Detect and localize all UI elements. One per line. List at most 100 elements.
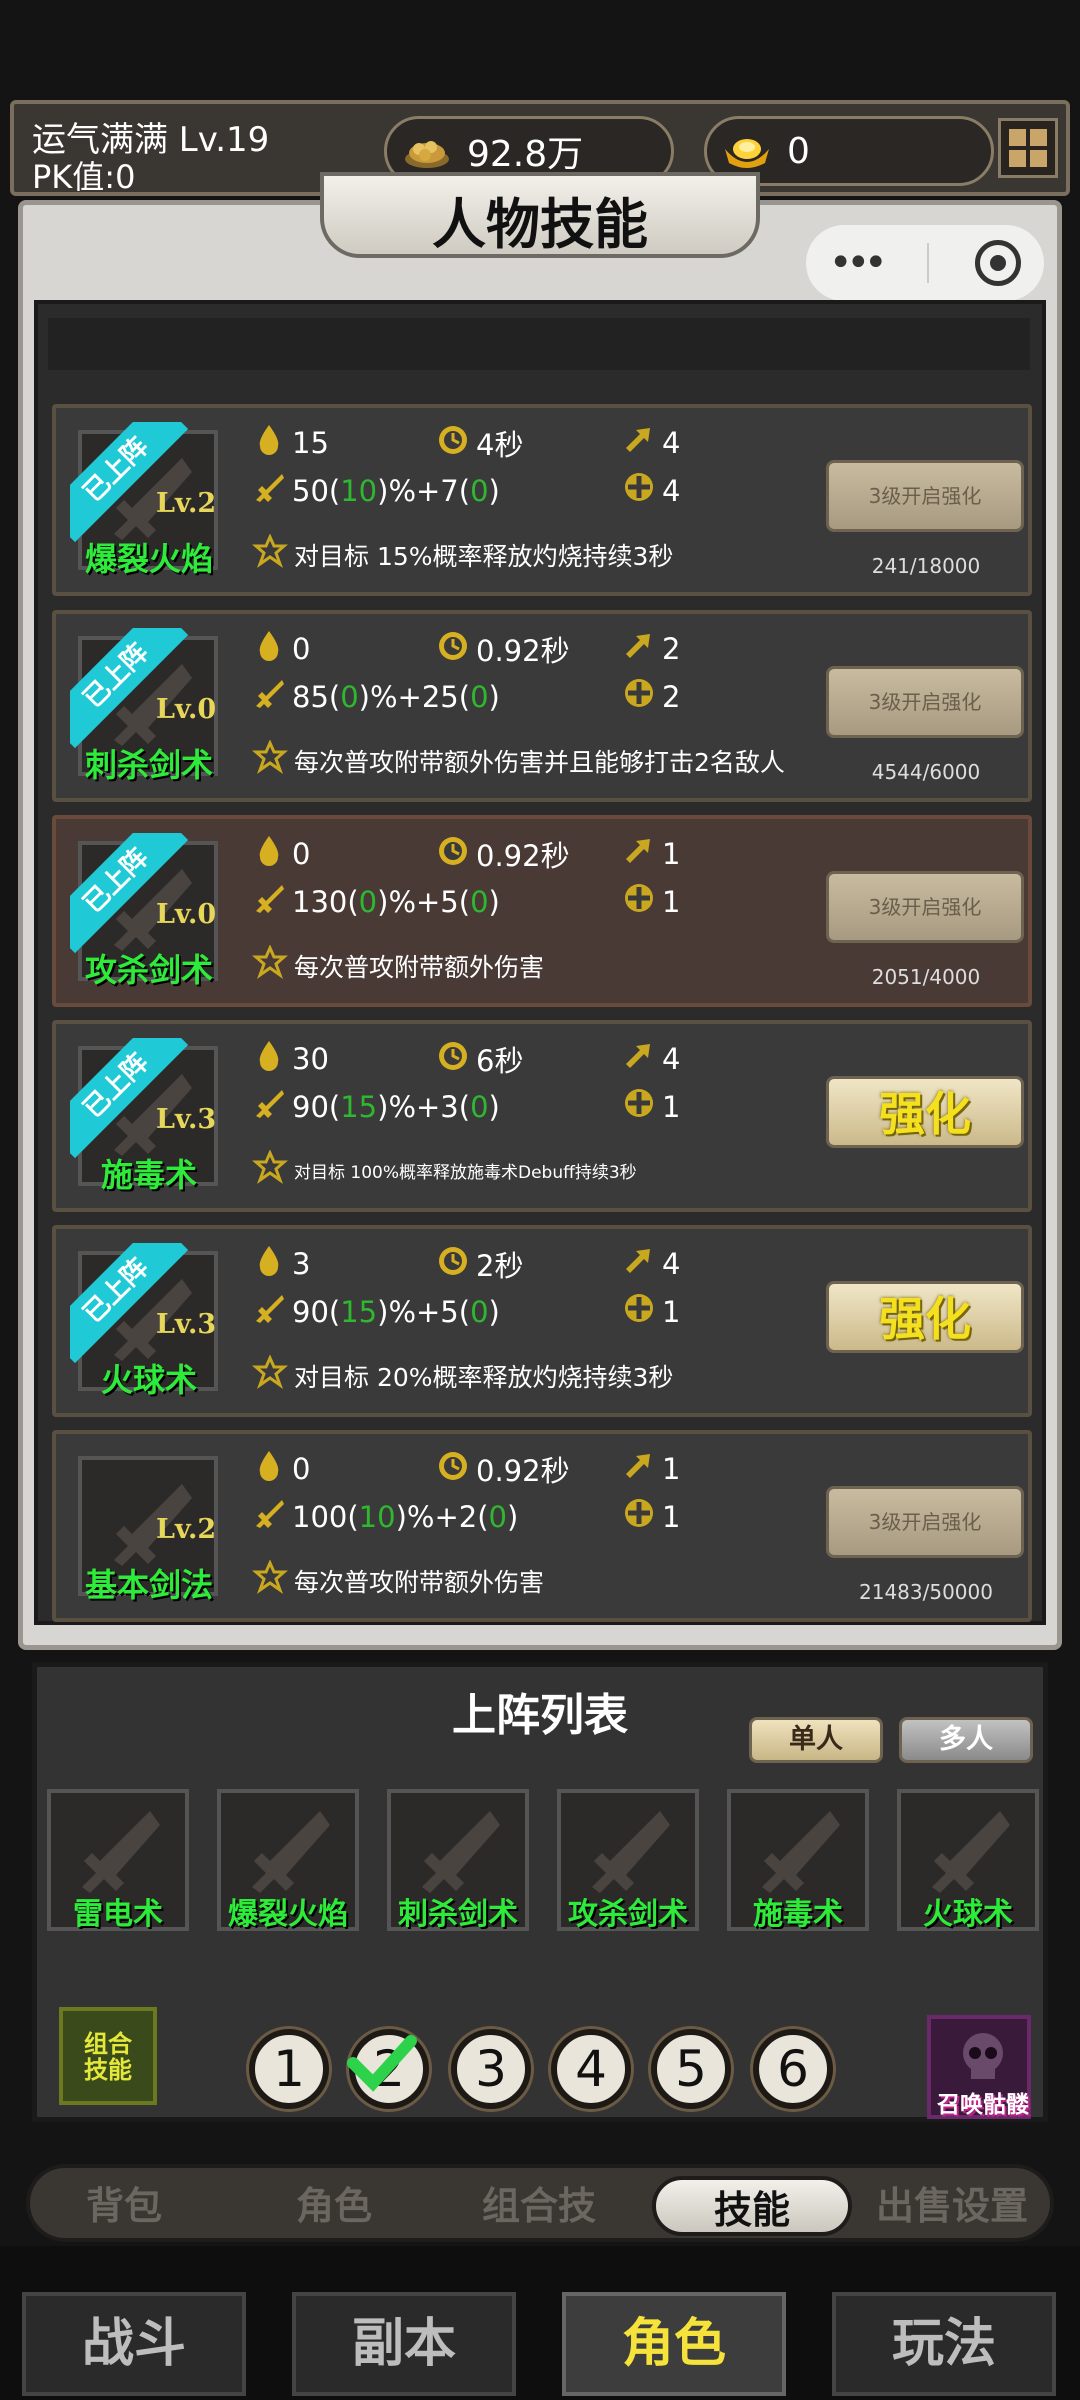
lineup-number-button[interactable]: 6 — [753, 2029, 833, 2109]
unlock-strengthen-button[interactable]: 3级开启强化 — [826, 460, 1024, 532]
skill-card[interactable]: 已上阵 Lv.0 攻杀剑术 0 0.92秒 1 130(0)%+5(0) 1 每次普攻附带额外伤… — [52, 815, 1032, 1007]
damage-bonus: 15 — [340, 1294, 378, 1329]
sub-tab-bar: 背包 角色 组合技 技能 出售设置 — [26, 2164, 1054, 2242]
range-value: 4 — [662, 473, 681, 508]
equipped-badge: 已上阵 — [70, 833, 190, 953]
damage-formula: 90(15)%+3(0) — [252, 1086, 500, 1127]
grid-menu-button[interactable] — [998, 118, 1058, 178]
drop-icon — [252, 1448, 292, 1489]
gold-ingot-icon — [725, 139, 769, 168]
lineup-number-button[interactable]: 2 — [347, 2029, 429, 2109]
mini-program-capsule: ••• — [806, 225, 1044, 301]
clock-icon — [436, 1244, 476, 1285]
mana-cost: 0 — [252, 628, 310, 669]
damage-bonus: 15 — [340, 1089, 378, 1124]
mana-cost-value: 0 — [292, 836, 311, 871]
cooldown: 2秒 — [436, 1243, 523, 1285]
unlock-strengthen-button[interactable]: 3级开启强化 — [826, 871, 1024, 943]
tab-bag[interactable]: 背包 — [86, 2176, 162, 2236]
lineup-number-button[interactable]: 1 — [249, 2029, 329, 2109]
sword-icon — [252, 1291, 292, 1332]
lineup-slot-name: 攻杀剑术 — [568, 1897, 688, 1932]
skill-description: 每次普攻附带额外伤害 — [252, 1559, 544, 1602]
cooldown-value: 0.92秒 — [476, 634, 570, 668]
damage-bonus: 10 — [340, 473, 378, 508]
lineup-slot[interactable]: 施毒术 — [727, 1789, 869, 1932]
lineup-slot[interactable]: 爆裂火焰 — [217, 1789, 359, 1932]
combo-skill-button[interactable]: 组合 技能 — [59, 2007, 157, 2105]
grid-cell — [1009, 129, 1026, 146]
range-value: 1 — [662, 1089, 681, 1124]
multi-mode-button[interactable]: 多人 — [899, 1717, 1033, 1763]
range-stat: 4 — [622, 470, 680, 511]
nav-dungeon[interactable]: 副本 — [292, 2292, 516, 2396]
lineup-number-button[interactable]: 3 — [451, 2029, 531, 2109]
lineup-slot[interactable]: 火球术 — [897, 1789, 1039, 1932]
single-mode-button[interactable]: 单人 — [749, 1717, 883, 1763]
skill-card[interactable]: 已上阵 Lv.3 火球术 3 2秒 4 90(15)%+5(0) 1 对目标 20%概率释放灼烧… — [52, 1225, 1032, 1417]
skill-level: Lv.2 — [156, 488, 217, 519]
tab-character[interactable]: 角色 — [296, 2176, 372, 2236]
tab-skills[interactable]: 技能 — [652, 2176, 852, 2236]
cooldown: 4秒 — [436, 422, 523, 464]
skill-card[interactable]: 已上阵 Lv.2 爆裂火焰 15 4秒 4 50(10)%+7(0) 4 对目标 15%概率释放… — [52, 404, 1032, 596]
damage-end: ) — [488, 679, 500, 714]
sword-icon — [252, 676, 292, 717]
damage-end: ) — [488, 473, 500, 508]
target-count-value: 1 — [662, 836, 681, 871]
more-dots-icon[interactable]: ••• — [829, 240, 888, 286]
skill-description: 对目标 100%概率释放施毒术Debuff持续3秒 — [252, 1149, 637, 1191]
damage-mid: )%+7( — [377, 473, 471, 508]
nav-gameplay[interactable]: 玩法 — [832, 2292, 1056, 2396]
damage-base: 50( — [292, 473, 341, 508]
target-count: 1 — [622, 1448, 680, 1489]
drop-icon — [252, 833, 292, 874]
unlock-strengthen-button[interactable]: 3级开启强化 — [826, 1486, 1024, 1558]
tab-sell-settings[interactable]: 出售设置 — [876, 2176, 1028, 2236]
damage-flat-bonus: 0 — [470, 679, 489, 714]
equipped-badge: 已上阵 — [70, 628, 190, 748]
summon-skeleton-button[interactable]: 召唤骷髅 — [927, 2015, 1031, 2119]
cooldown: 0.92秒 — [436, 1448, 570, 1490]
nav-battle[interactable]: 战斗 — [22, 2292, 246, 2396]
sword-icon — [252, 1496, 292, 1537]
lineup-number-button[interactable]: 4 — [551, 2029, 631, 2109]
lineup-slot[interactable]: 刺杀剑术 — [387, 1789, 529, 1932]
close-target-icon[interactable] — [975, 240, 1022, 286]
strengthen-button[interactable]: 强化 — [826, 1281, 1024, 1353]
lineup-slot-name: 爆裂火焰 — [228, 1897, 348, 1932]
cooldown: 6秒 — [436, 1038, 523, 1080]
grid-cell — [1030, 129, 1047, 146]
arrow-icon — [622, 628, 662, 669]
nav-character[interactable]: 角色 — [562, 2292, 786, 2396]
skill-exp-progress: 21483/50000 — [859, 1580, 993, 1604]
drop-icon — [252, 1243, 292, 1284]
damage-end: ) — [488, 1089, 500, 1124]
arrow-icon — [622, 833, 662, 874]
mana-cost-value: 30 — [292, 1041, 329, 1076]
mana-cost-value: 0 — [292, 631, 311, 666]
strengthen-button[interactable]: 强化 — [826, 1076, 1024, 1148]
tab-combo[interactable]: 组合技 — [482, 2176, 596, 2236]
mana-cost: 15 — [252, 422, 329, 463]
range-stat: 1 — [622, 1086, 680, 1127]
skill-card[interactable]: Lv.2 基本剑法 0 0.92秒 1 100(10)%+2(0) 1 每次普攻附带额外伤害 3… — [52, 1430, 1032, 1622]
unlock-strengthen-button[interactable]: 3级开启强化 — [826, 666, 1024, 738]
damage-bonus: 0 — [358, 884, 378, 919]
skill-card[interactable]: 已上阵 Lv.3 施毒术 30 6秒 4 90(15)%+3(0) 1 对目标 100%概率释放… — [52, 1020, 1032, 1212]
skill-level: Lv.2 — [156, 1514, 217, 1545]
skill-name: 攻杀剑术 — [84, 951, 213, 989]
skill-level: Lv.0 — [156, 899, 217, 930]
lineup-number-button[interactable]: 5 — [651, 2029, 731, 2109]
range-stat: 1 — [622, 881, 680, 922]
equipped-badge-label: 已上阵 — [70, 1243, 189, 1363]
bottom-nav: 战斗 副本 角色 玩法 — [0, 2246, 1080, 2400]
lineup-slot[interactable]: 雷电术 — [47, 1789, 189, 1932]
cooldown-value: 0.92秒 — [476, 839, 570, 873]
skill-card[interactable]: 已上阵 Lv.0 刺杀剑术 0 0.92秒 2 85(0)%+25(0) 2 每次普攻附带额外伤… — [52, 610, 1032, 802]
cross-icon — [622, 470, 662, 511]
skill-name: 刺杀剑术 — [84, 746, 213, 784]
grid-cell — [1009, 150, 1026, 167]
mana-cost-value: 3 — [292, 1246, 311, 1281]
lineup-slot[interactable]: 攻杀剑术 — [557, 1789, 699, 1932]
